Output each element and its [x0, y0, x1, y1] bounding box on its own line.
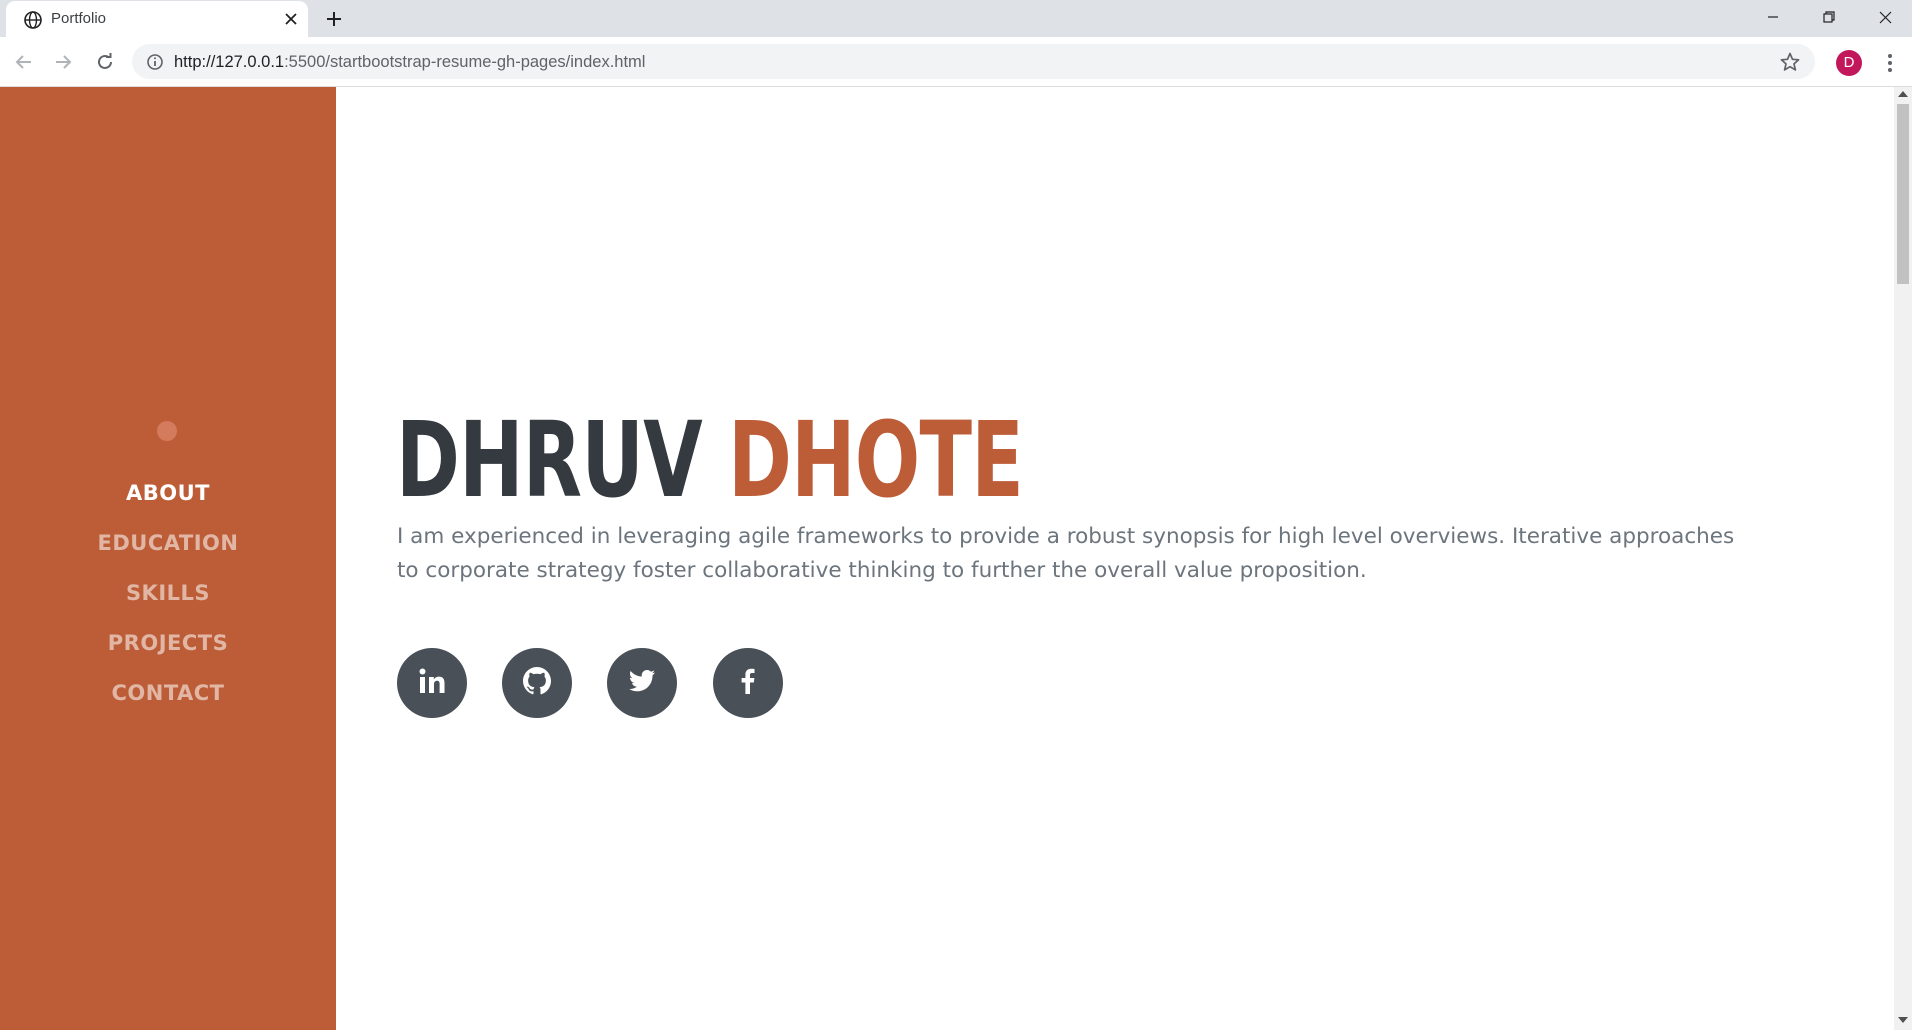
nav-item-skills[interactable]: SKILLS	[0, 568, 336, 618]
url-text[interactable]: http://127.0.0.1:5500/startbootstrap-res…	[174, 52, 645, 72]
linkedin-icon	[417, 666, 447, 701]
first-name: DHRUV	[396, 399, 703, 521]
scrollbar-thumb[interactable]	[1897, 104, 1909, 284]
close-window-icon[interactable]	[1862, 4, 1908, 30]
url-path: :5500/startbootstrap-resume-gh-pages/ind…	[284, 53, 646, 71]
twitter-icon	[626, 665, 658, 702]
tab-title: Portfolio	[51, 10, 107, 27]
facebook-icon	[733, 666, 763, 701]
info-icon[interactable]	[146, 53, 164, 71]
intro-paragraph: I am experienced in leveraging agile fra…	[397, 524, 1735, 583]
twitter-button[interactable]	[607, 648, 677, 718]
page-viewport: ABOUT EDUCATION SKILLS PROJECTS CONTACT …	[0, 87, 1912, 1030]
last-name: DHOTE	[727, 399, 1024, 521]
linkedin-button[interactable]	[397, 648, 467, 718]
browser-toolbar: http://127.0.0.1:5500/startbootstrap-res…	[0, 37, 1912, 87]
reload-icon[interactable]	[92, 49, 118, 75]
back-arrow-icon[interactable]	[11, 49, 37, 75]
github-icon	[521, 665, 553, 702]
facebook-button[interactable]	[713, 648, 783, 718]
about-section: DHRUV DHOTE I am experienced in leveragi…	[336, 87, 1892, 1030]
nav-item-education[interactable]: EDUCATION	[0, 518, 336, 568]
scroll-down-arrow-icon[interactable]	[1898, 1017, 1908, 1023]
bookmark-star-icon[interactable]	[1779, 51, 1801, 73]
vertical-scrollbar[interactable]	[1894, 87, 1912, 1030]
browser-titlebar: Portfolio	[0, 0, 1912, 37]
page-title: DHRUV DHOTE	[396, 405, 1024, 515]
globe-icon	[23, 10, 43, 30]
github-button[interactable]	[502, 648, 572, 718]
restore-icon[interactable]	[1806, 4, 1852, 30]
forward-arrow-icon[interactable]	[50, 49, 76, 75]
nav-item-contact[interactable]: CONTACT	[0, 668, 336, 718]
sidebar-nav: ABOUT EDUCATION SKILLS PROJECTS CONTACT	[0, 87, 336, 1030]
address-bar[interactable]: http://127.0.0.1:5500/startbootstrap-res…	[132, 44, 1815, 79]
nav-list: ABOUT EDUCATION SKILLS PROJECTS CONTACT	[0, 468, 336, 718]
more-menu-icon[interactable]	[1878, 50, 1902, 76]
browser-tab[interactable]: Portfolio	[6, 1, 308, 37]
profile-avatar[interactable]: D	[1836, 50, 1862, 76]
minimize-icon[interactable]	[1750, 4, 1796, 30]
url-host: http://127.0.0.1	[174, 53, 285, 71]
nav-item-projects[interactable]: PROJECTS	[0, 618, 336, 668]
new-tab-icon[interactable]	[322, 7, 346, 31]
close-tab-icon[interactable]	[281, 9, 301, 29]
nav-item-about[interactable]: ABOUT	[0, 468, 336, 518]
profile-image[interactable]	[157, 421, 177, 441]
scroll-up-arrow-icon[interactable]	[1898, 91, 1908, 97]
